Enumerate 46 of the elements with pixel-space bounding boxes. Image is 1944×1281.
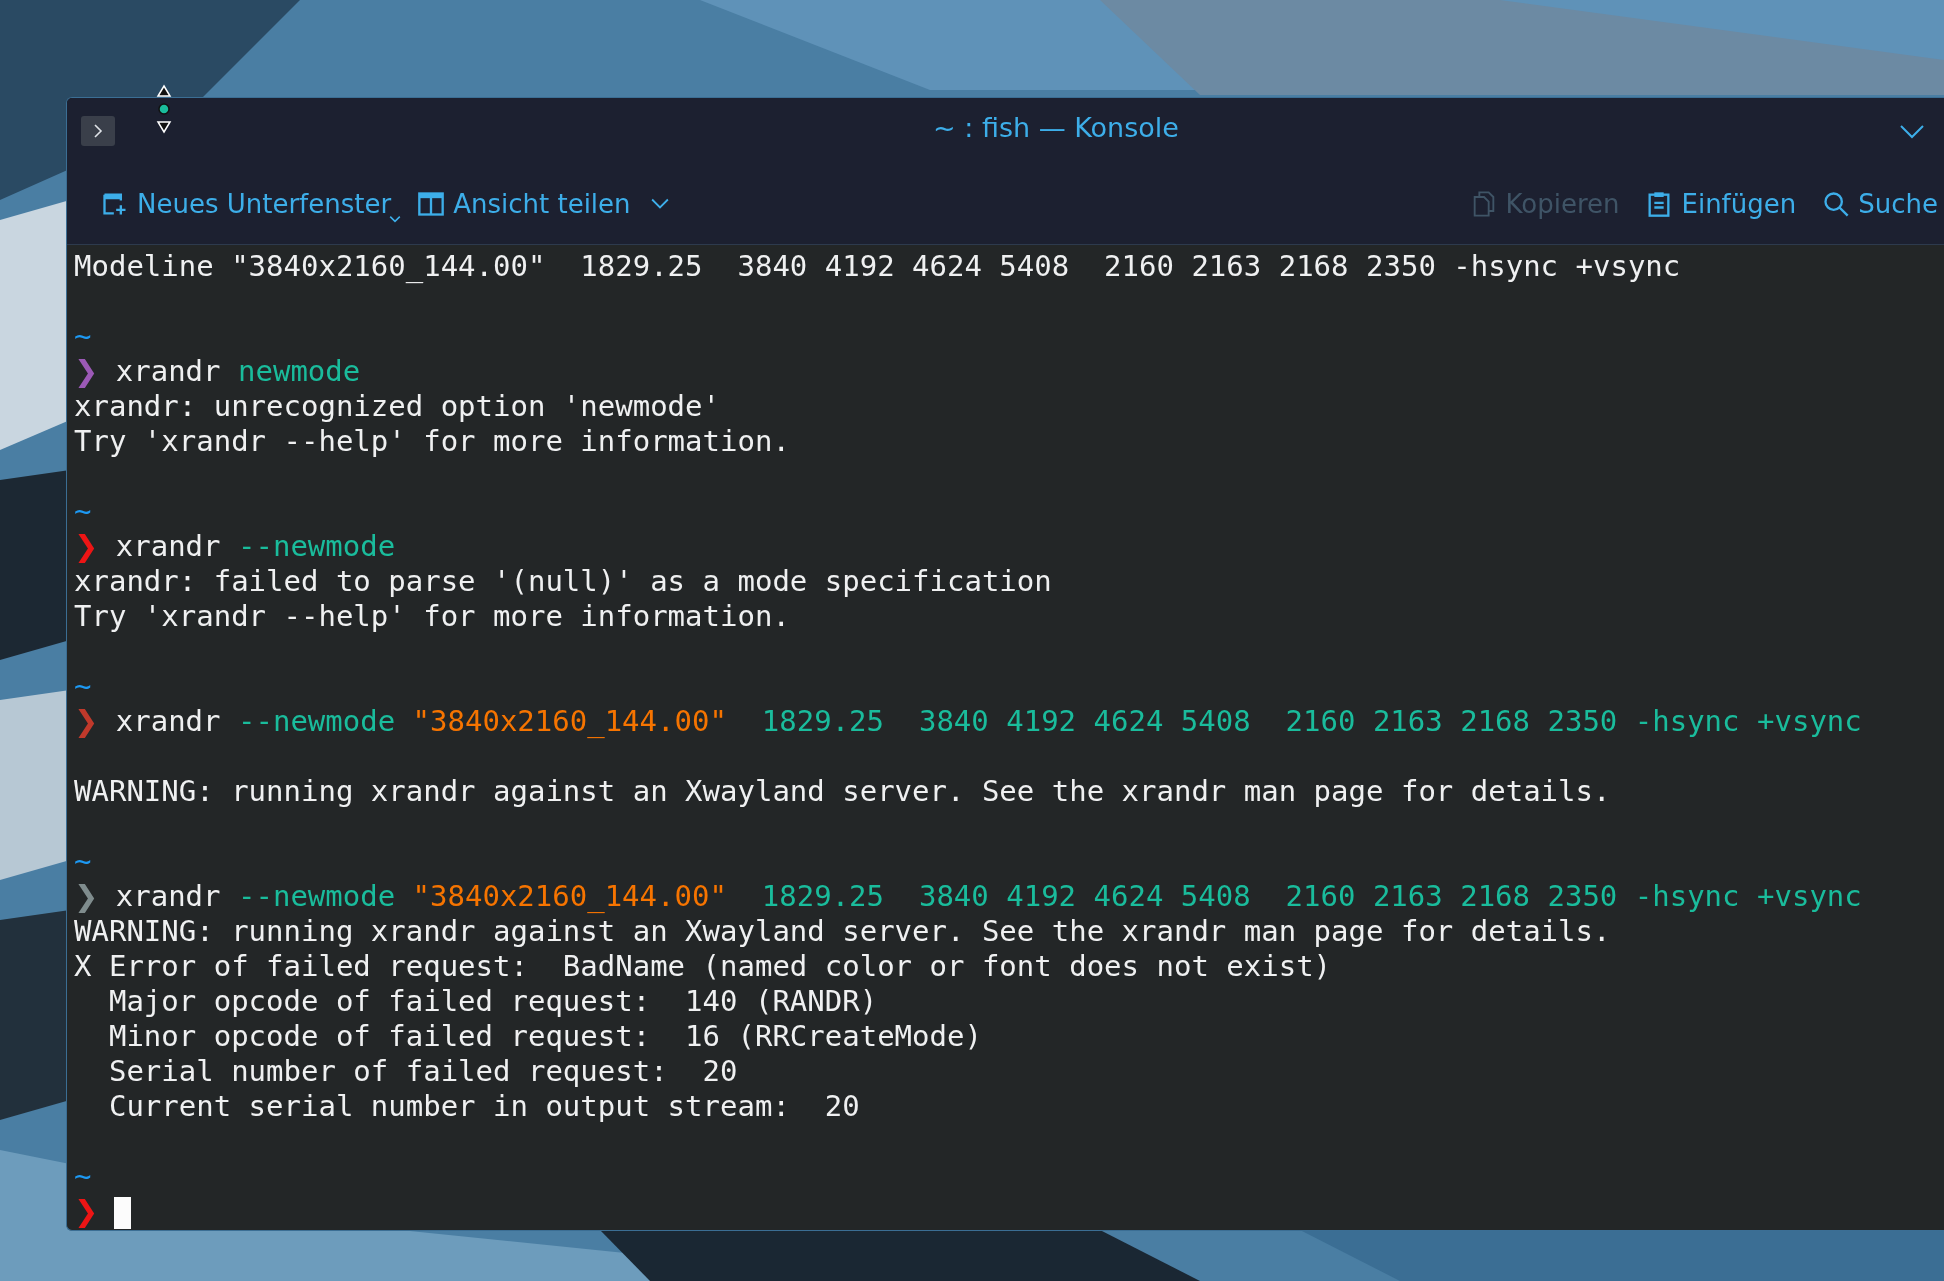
argument-text: --newmode: [238, 529, 396, 563]
directory-text: ~: [74, 319, 92, 353]
directory-text: ~: [74, 1159, 92, 1193]
string-text: "3840x2160_144.00": [412, 704, 727, 738]
directory-text: ~: [74, 494, 92, 528]
text-cursor: [114, 1197, 132, 1229]
menu-button[interactable]: [81, 116, 115, 146]
argument-text: newmode: [238, 354, 361, 388]
argument-text: 1829.25 3840 4192 4624 5408 2160 2163 2168 2350 -hsync +vsync: [760, 879, 1862, 913]
output-text: xrandr: [114, 529, 222, 563]
output-text: xrandr: failed to parse '(null)' as a mode specification: [74, 564, 1052, 598]
prompt-icon: ❯: [74, 879, 99, 913]
output-text: WARNING: running xrandr against an Xwayland server. See the xrandr man page for details.: [74, 914, 1611, 948]
split-view-icon: [417, 190, 446, 218]
window-title: ~ : fish — Konsole: [933, 112, 1179, 143]
output-text: X Error of failed request: BadName (named color or font does not exist): [74, 949, 1332, 983]
output-text: xrandr: [114, 354, 222, 388]
dropdown-caret-icon[interactable]: [650, 198, 669, 210]
directory-text: ~: [74, 669, 92, 703]
prompt-icon: ❯: [74, 529, 99, 563]
output-text: Serial number of failed request: 20: [107, 1054, 738, 1088]
new-tab-button[interactable]: Neues Unterfenster: [95, 185, 398, 223]
argument-text: 1829.25 3840 4192 4624 5408 2160 2163 2168 2350 -hsync +vsync: [760, 704, 1862, 738]
prompt-icon: ❯: [74, 704, 99, 738]
output-text: xrandr: [114, 879, 222, 913]
string-text: "3840x2160_144.00": [412, 879, 727, 913]
resize-cursor-icon: [154, 84, 174, 134]
search-button[interactable]: Suche: [1816, 185, 1944, 223]
prompt-icon: ❯: [74, 354, 99, 388]
output-text: xrandr: unrecognized option 'newmode': [74, 389, 720, 423]
output-text: WARNING: running xrandr against an Xwayland server. See the xrandr man page for details.: [74, 774, 1611, 808]
directory-text: ~: [74, 844, 92, 878]
split-view-button[interactable]: Ansicht teilen: [411, 185, 637, 223]
output-text: Minor opcode of failed request: 16 (RRCreateMode): [107, 1019, 982, 1053]
output-text: Try 'xrandr --help' for more information.: [74, 424, 790, 458]
search-icon: [1822, 190, 1851, 218]
argument-text: --newmode: [238, 704, 397, 738]
output-text: xrandr: [114, 704, 222, 738]
output-text: Try 'xrandr --help' for more information.: [74, 599, 790, 633]
prompt-icon: ❯: [74, 1194, 99, 1228]
chevron-down-icon[interactable]: [1900, 125, 1924, 139]
output-text: Current serial number in output stream: 20: [107, 1089, 860, 1123]
output-text: Modeline "3840x2160_144.00" 1829.25 3840 4192 4624 5408 2160 2163 2168 2350 -hsync +vsync: [74, 249, 1681, 283]
argument-text: --newmode: [238, 879, 397, 913]
paste-button[interactable]: Einfügen: [1639, 185, 1803, 223]
output-text: Major opcode of failed request: 140 (RANDR): [107, 984, 878, 1018]
